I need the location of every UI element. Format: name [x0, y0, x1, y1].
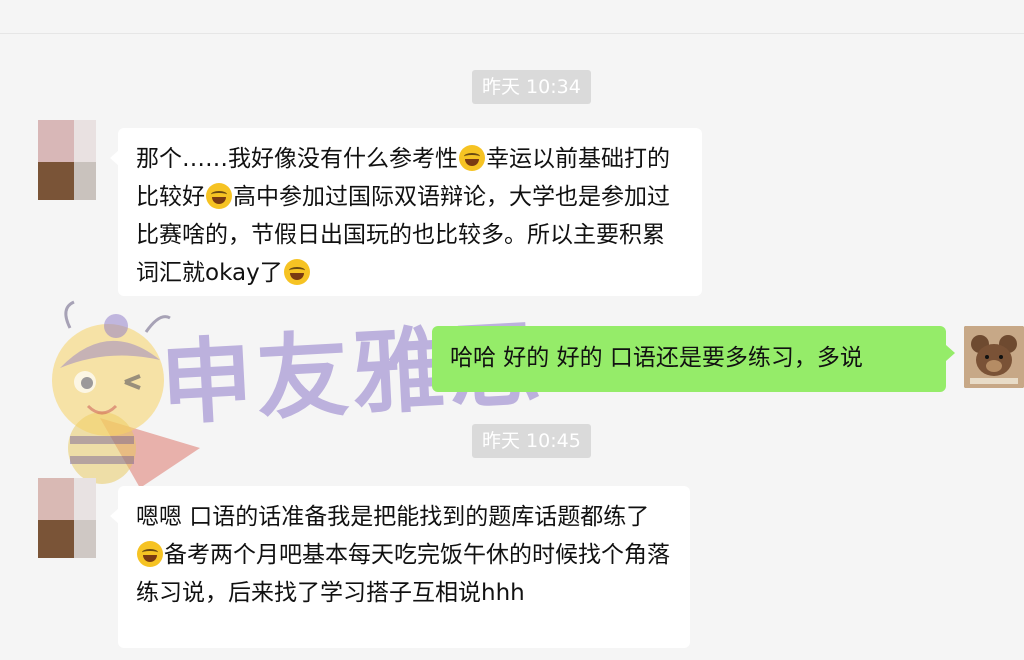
laugh-emoji	[283, 259, 310, 285]
message-bubble-incoming[interactable]: 那个……我好像没有什么参考性 幸运以前基础打的比较好 高中参加过国际双语辩论，大学也…	[118, 128, 702, 296]
message-text: 备考两个月吧基本每天吃完饭午休的时候找个角落练习说，后来找了学习搭子互相说hhh	[136, 542, 670, 606]
message-bubble-outgoing[interactable]: 哈哈 好的 好的 口语还是要多练习，多说	[432, 326, 946, 392]
laugh-emoji	[206, 183, 232, 209]
cry-laugh-emoji	[459, 145, 485, 171]
message-bubble-incoming[interactable]: 嗯嗯 口语的话准备我是把能找到的题库话题都练了备考两个月吧基本每天吃完饭午休的时…	[118, 486, 690, 648]
laugh-emoji	[137, 541, 163, 567]
top-divider	[0, 33, 1024, 34]
avatar-self[interactable]	[964, 326, 1024, 388]
message-text: 那个……我好像没有什么参考性	[136, 146, 458, 172]
avatar-contact[interactable]	[38, 120, 96, 200]
bubble-tail	[946, 345, 955, 361]
timestamp-2: 昨天 10:45	[472, 424, 591, 458]
avatar-contact[interactable]	[38, 478, 96, 558]
teddy-bear-icon	[964, 326, 1024, 388]
message-text: 嗯嗯 口语的话准备我是把能找到的题库话题都练了	[136, 504, 650, 530]
timestamp-1: 昨天 10:34	[472, 70, 591, 104]
